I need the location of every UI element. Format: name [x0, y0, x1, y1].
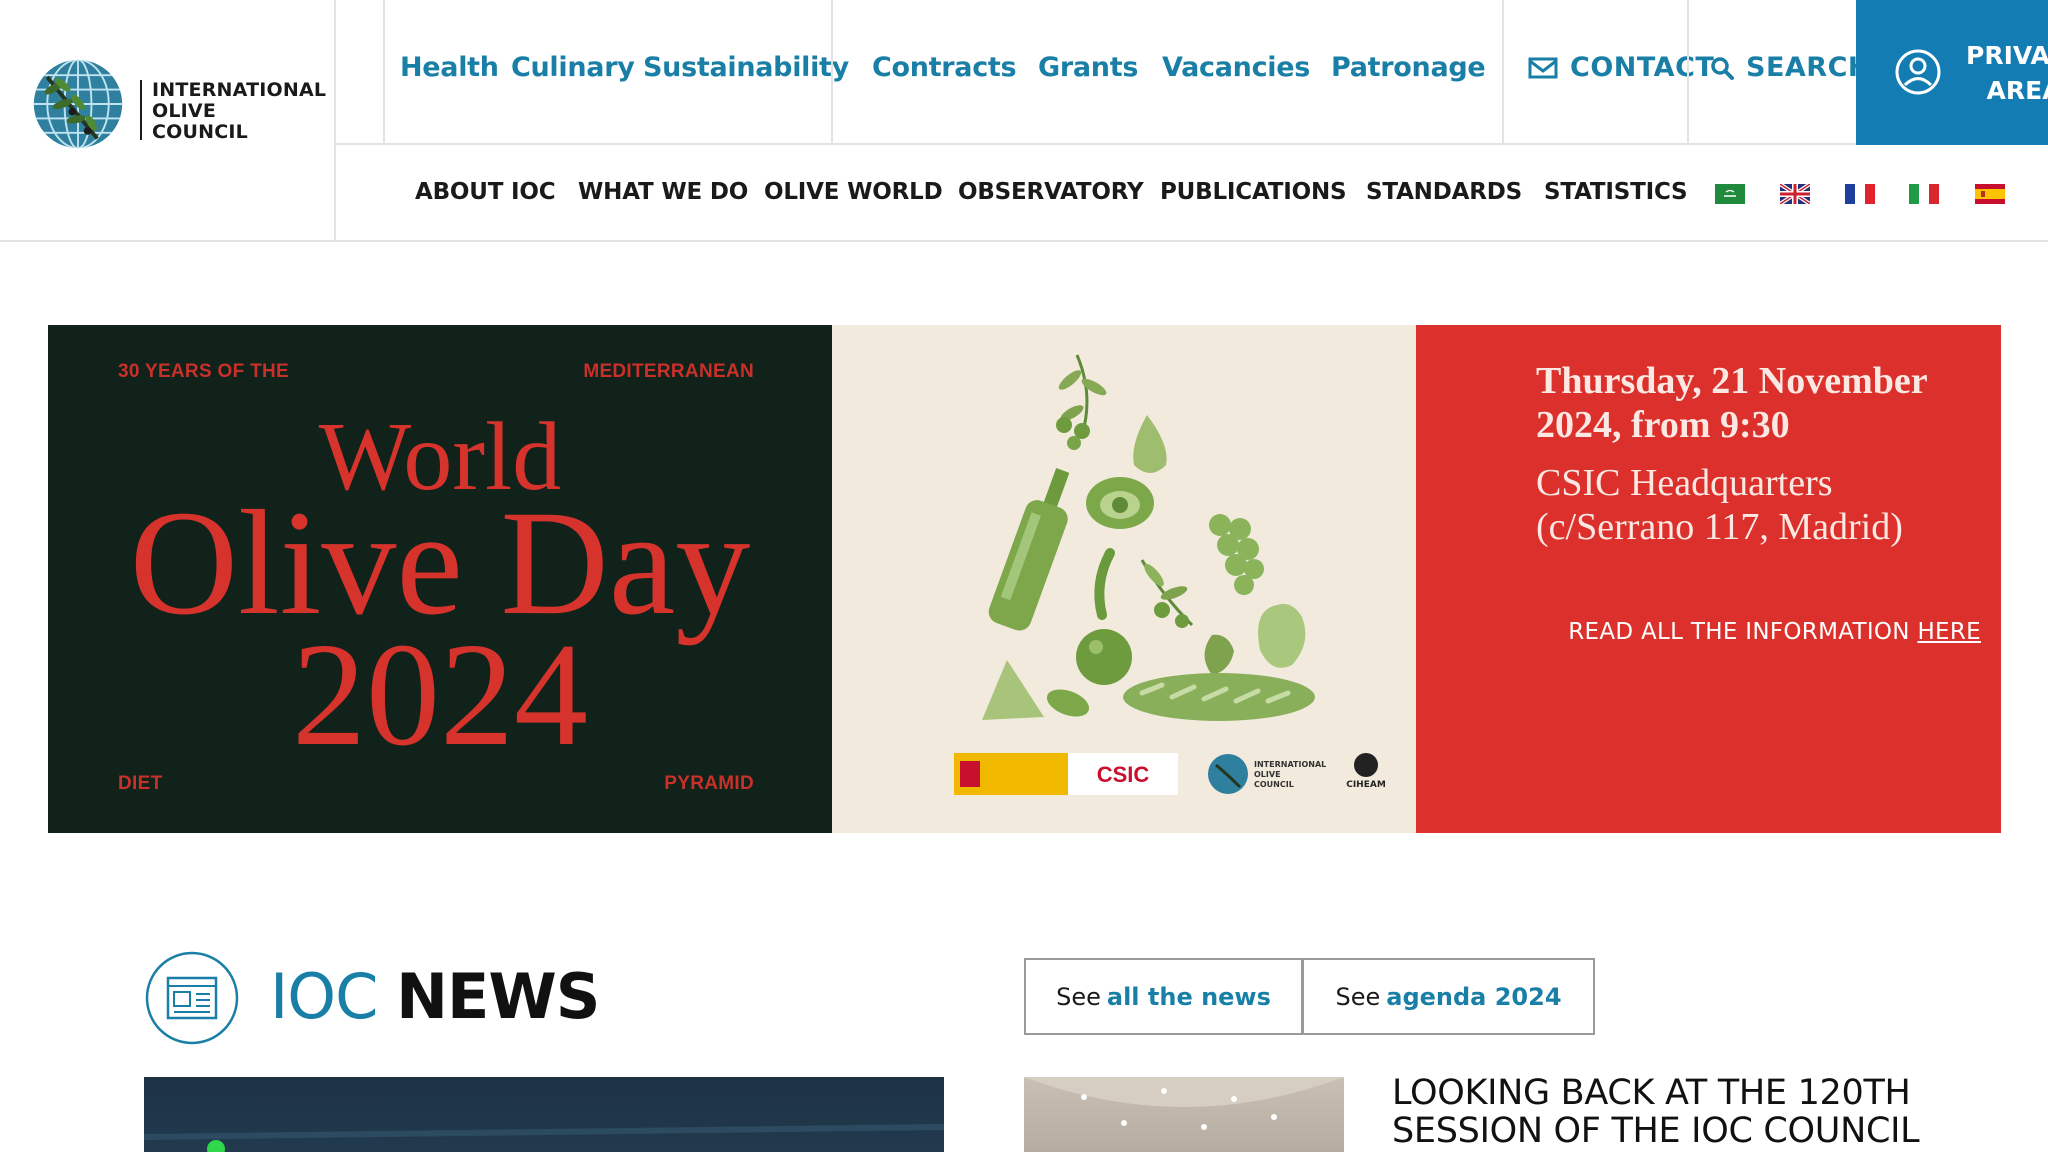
search-icon — [1711, 56, 1734, 80]
event-location-line-1: CSIC Headquarters — [1536, 462, 1833, 504]
user-circle-icon — [1895, 49, 1941, 95]
event-date: Thursday, 21 November 2024, from 9:30 — [1536, 359, 1928, 447]
divider — [383, 0, 385, 145]
logo-wordmark: INTERNATIONAL OLIVE COUNCIL — [152, 80, 326, 143]
sponsor-ciheam: CIHEAM — [1346, 780, 1386, 790]
private-area-label: PRIVATE AREA — [1966, 38, 2048, 108]
nav-publications[interactable]: PUBLICATIONS — [1160, 179, 1347, 205]
top-link-vacancies[interactable]: Vacancies — [1162, 52, 1310, 83]
read-more-here-link[interactable]: HERE — [1917, 619, 1981, 645]
agenda-button[interactable]: See agenda 2024 — [1302, 958, 1595, 1035]
main-nav: ABOUT IOC WHAT WE DO OLIVE WORLD OBSERVA… — [336, 147, 2048, 242]
top-link-grants[interactable]: Grants — [1038, 52, 1138, 83]
event-date-line-2: 2024, from 9:30 — [1536, 404, 1790, 446]
france-flag-icon[interactable] — [1845, 184, 1875, 204]
news-headline-line-2: SESSION OF THE IOC COUNCIL — [1392, 1111, 1920, 1151]
news-section-title: IOC NEWS — [270, 960, 600, 1033]
news-headline-line-1: LOOKING BACK AT THE 120TH — [1392, 1073, 1911, 1113]
banner-title-year: 2024 — [292, 613, 588, 777]
divider — [1502, 0, 1504, 145]
italy-flag-icon[interactable] — [1909, 184, 1939, 204]
sponsor-ioc-line-2: OLIVE — [1254, 770, 1281, 779]
arabic-flag-icon[interactable] — [1715, 184, 1745, 204]
top-link-culinary[interactable]: Culinary — [511, 52, 635, 83]
banner-event-info-panel: Thursday, 21 November 2024, from 9:30 CS… — [1416, 325, 2001, 833]
sponsor-ioc-line-3: COUNCIL — [1254, 780, 1294, 789]
logo-line-2: OLIVE — [152, 100, 217, 122]
sponsor-csic: CSIC — [1097, 762, 1150, 787]
banner-corner-top-right: MEDITERRANEAN — [583, 361, 754, 382]
agenda-prefix: See — [1335, 982, 1381, 1011]
top-link-patronage[interactable]: Patronage — [1331, 52, 1486, 83]
banner-corner-bottom-right: PYRAMID — [664, 773, 754, 794]
nav-standards[interactable]: STANDARDS — [1366, 179, 1522, 205]
site-header: INTERNATIONAL OLIVE COUNCIL Health Culin… — [0, 0, 2048, 242]
top-links-bar: Health Culinary Sustainability Contracts… — [336, 0, 2048, 145]
sponsor-ioc-line-1: INTERNATIONAL — [1254, 760, 1326, 769]
logo-divider — [140, 80, 142, 140]
search-label: SEARCH — [1746, 52, 1871, 83]
nav-observatory[interactable]: OBSERVATORY — [958, 179, 1144, 205]
read-more: READ ALL THE INFORMATION HERE — [1568, 619, 1981, 645]
private-area-line-1: PRIVATE — [1966, 41, 2048, 70]
logo-line-1: INTERNATIONAL — [152, 79, 327, 101]
news-title-light: IOC — [270, 960, 378, 1033]
news-thumbnail[interactable] — [1024, 1077, 1344, 1152]
all-news-button[interactable]: See all the news — [1024, 958, 1303, 1035]
event-location-line-2: (c/Serrano 117, Madrid) — [1536, 506, 1903, 548]
nav-what-we-do[interactable]: WHAT WE DO — [578, 179, 748, 205]
banner-title-olive-day: Olive Day — [129, 480, 751, 646]
globe-olive-branch-icon — [33, 59, 123, 149]
divider — [1687, 0, 1689, 145]
read-more-label: READ ALL THE INFORMATION — [1568, 619, 1910, 645]
uk-flag-icon[interactable] — [1780, 184, 1810, 204]
newspaper-icon — [145, 951, 239, 1045]
nav-olive-world[interactable]: OLIVE WORLD — [764, 179, 943, 205]
event-location: CSIC Headquarters (c/Serrano 117, Madrid… — [1536, 461, 1903, 549]
mail-icon — [1528, 57, 1558, 78]
all-news-prefix: See — [1056, 982, 1101, 1011]
featured-news-image[interactable] — [144, 1077, 944, 1152]
spain-flag-icon[interactable] — [1975, 184, 2005, 204]
all-news-link-label: all the news — [1106, 982, 1271, 1011]
world-olive-day-banner[interactable]: 30 YEARS OF THE MEDITERRANEAN DIET PYRAM… — [48, 325, 2001, 833]
private-area-line-2: AREA — [1986, 76, 2048, 105]
banner-corner-bottom-left: DIET — [118, 773, 163, 794]
contact-label: CONTACT — [1570, 52, 1715, 83]
food-pyramid-illustration: CSIC INTERNATIONAL OLIVE COUNCIL CIHEAM — [954, 354, 1386, 795]
banner-title-panel: 30 YEARS OF THE MEDITERRANEAN DIET PYRAM… — [48, 325, 832, 833]
logo[interactable]: INTERNATIONAL OLIVE COUNCIL — [0, 0, 336, 242]
agenda-link-label: agenda 2024 — [1386, 982, 1562, 1011]
banner-corner-top-left: 30 YEARS OF THE — [118, 361, 289, 382]
logo-line-3: COUNCIL — [152, 121, 248, 143]
top-link-contracts[interactable]: Contracts — [872, 52, 1017, 83]
nav-about-ioc[interactable]: ABOUT IOC — [415, 179, 556, 205]
news-headline[interactable]: LOOKING BACK AT THE 120TH SESSION OF THE… — [1392, 1074, 1992, 1150]
search-link[interactable]: SEARCH — [1710, 52, 1871, 83]
news-title-bold: NEWS — [396, 960, 600, 1033]
private-area-button[interactable]: PRIVATE AREA — [1856, 0, 2048, 145]
divider — [831, 0, 833, 145]
top-link-health[interactable]: Health — [400, 52, 499, 83]
event-date-line-1: Thursday, 21 November — [1536, 360, 1928, 402]
nav-statistics[interactable]: STATISTICS — [1544, 179, 1688, 205]
top-link-sustainability[interactable]: Sustainability — [643, 52, 849, 83]
banner-pyramid-panel: CSIC INTERNATIONAL OLIVE COUNCIL CIHEAM — [832, 325, 1416, 833]
